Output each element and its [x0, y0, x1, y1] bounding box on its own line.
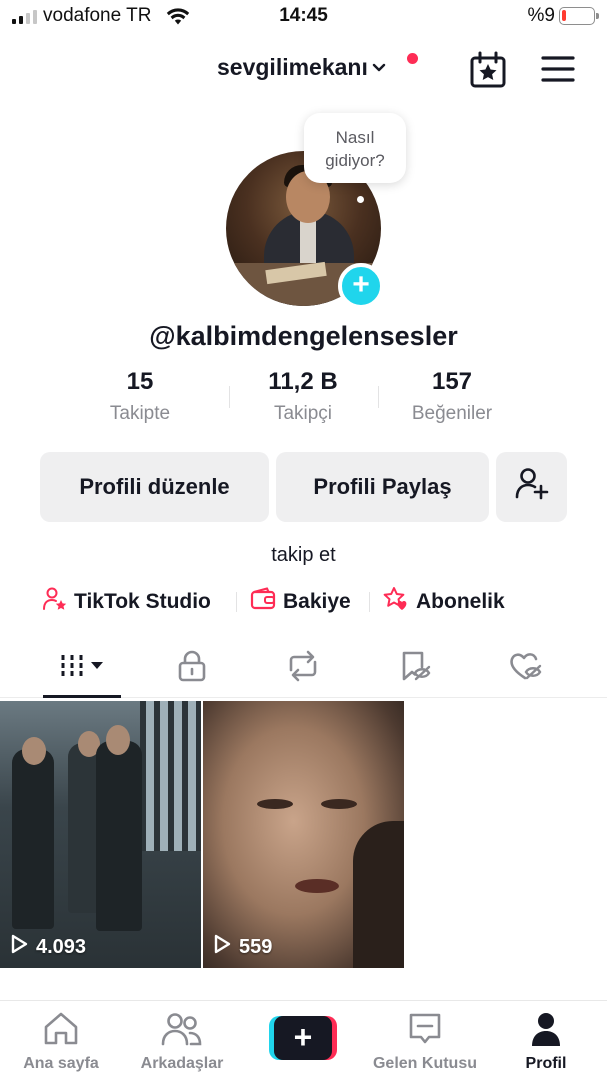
tab-saved[interactable]	[386, 650, 446, 686]
stat-likes[interactable]: 157 Beğeniler	[382, 368, 522, 425]
profile-stats: 15 Takipte 11,2 B Takipçi 157 Beğeniler	[0, 368, 607, 438]
shortcut-label: Bakiye	[283, 590, 351, 613]
profile-icon	[486, 1009, 606, 1049]
balance-link[interactable]: Bakiye	[249, 586, 351, 618]
play-icon	[213, 934, 231, 960]
nav-label: Gelen Kutusu	[372, 1055, 477, 1072]
view-count: 559	[213, 934, 272, 960]
inbox-icon	[365, 1009, 485, 1049]
calendar-star-icon[interactable]	[468, 50, 508, 90]
subscription-link[interactable]: Abonelik	[382, 586, 505, 618]
person-star-icon	[42, 586, 68, 618]
nav-profile[interactable]: Profil	[486, 1009, 606, 1073]
bottom-nav: Ana sayfa Arkadaşlar + Gelen Kutusu Prof…	[0, 1000, 607, 1080]
account-switcher[interactable]: sevgilimekanı	[217, 54, 386, 81]
plus-icon: +	[274, 1016, 332, 1060]
content-tabs	[0, 640, 607, 698]
bookmark-icon	[399, 650, 433, 687]
nav-label: Profil	[525, 1055, 567, 1072]
stat-label: Takipte	[109, 403, 171, 424]
creator-shortcuts: TikTok Studio Bakiye Abonelik	[0, 586, 607, 616]
stat-value: 157	[431, 368, 473, 395]
profile-handle: @kalbimdengelensesler	[149, 321, 458, 351]
status-bar: vodafone TR 14:45 %9	[0, 0, 607, 34]
wallet-icon	[249, 586, 277, 618]
view-count: 4.093	[10, 934, 86, 960]
nav-home[interactable]: Ana sayfa	[1, 1009, 121, 1073]
tiktok-studio-link[interactable]: TikTok Studio	[42, 586, 211, 618]
nav-friends[interactable]: Arkadaşlar	[122, 1009, 242, 1073]
repost-icon	[285, 650, 321, 687]
stat-value: 11,2 B	[268, 368, 338, 395]
stat-label: Beğeniler	[411, 403, 493, 424]
active-tab-indicator	[43, 695, 121, 698]
stat-followers[interactable]: 11,2 B Takipçi	[233, 368, 373, 425]
battery-percent: %9	[527, 5, 555, 26]
stat-following[interactable]: 15 Takipte	[70, 368, 210, 425]
liked-icon	[508, 650, 544, 687]
battery-icon	[559, 7, 599, 25]
friends-icon	[122, 1009, 242, 1049]
share-profile-button[interactable]: Profili Paylaş	[276, 452, 489, 522]
profile-header: sevgilimekanı	[0, 44, 607, 94]
nav-inbox[interactable]: Gelen Kutusu	[365, 1009, 485, 1073]
clock: 14:45	[279, 5, 328, 26]
chevron-down-icon	[372, 60, 386, 78]
tab-reposts[interactable]	[273, 650, 333, 686]
create-button[interactable]: +	[269, 1016, 337, 1060]
stat-value: 15	[126, 368, 154, 395]
video-thumbnail[interactable]: 559	[203, 701, 404, 968]
shortcut-label: Abonelik	[416, 590, 505, 613]
grid-icon	[54, 651, 110, 686]
edit-profile-button[interactable]: Profili düzenle	[40, 452, 269, 522]
notification-dot	[407, 53, 418, 64]
tab-liked[interactable]	[496, 650, 556, 686]
video-thumbnail[interactable]: 4.093	[0, 701, 201, 968]
hamburger-menu-icon[interactable]	[540, 54, 576, 84]
lock-icon	[177, 650, 207, 687]
tab-private[interactable]	[162, 650, 222, 686]
shortcut-label: TikTok Studio	[74, 590, 211, 613]
nav-label: Ana sayfa	[23, 1055, 99, 1072]
view-count-value: 4.093	[36, 935, 87, 958]
home-icon	[1, 1009, 121, 1049]
username: sevgilimekanı	[217, 54, 368, 80]
star-heart-icon	[382, 586, 410, 618]
status-bubble[interactable]: Nasıl gidiyor?	[304, 113, 406, 183]
add-person-icon	[514, 466, 550, 508]
view-count-value: 559	[239, 935, 273, 958]
stat-label: Takipçi	[273, 403, 333, 424]
nav-label: Arkadaşlar	[140, 1055, 224, 1072]
bubble-tail	[357, 196, 364, 203]
add-friend-button[interactable]	[496, 452, 567, 522]
tab-videos[interactable]	[52, 650, 112, 686]
add-story-button[interactable]: +	[338, 263, 384, 309]
follow-link[interactable]: takip et	[0, 544, 607, 567]
play-icon	[10, 934, 28, 960]
